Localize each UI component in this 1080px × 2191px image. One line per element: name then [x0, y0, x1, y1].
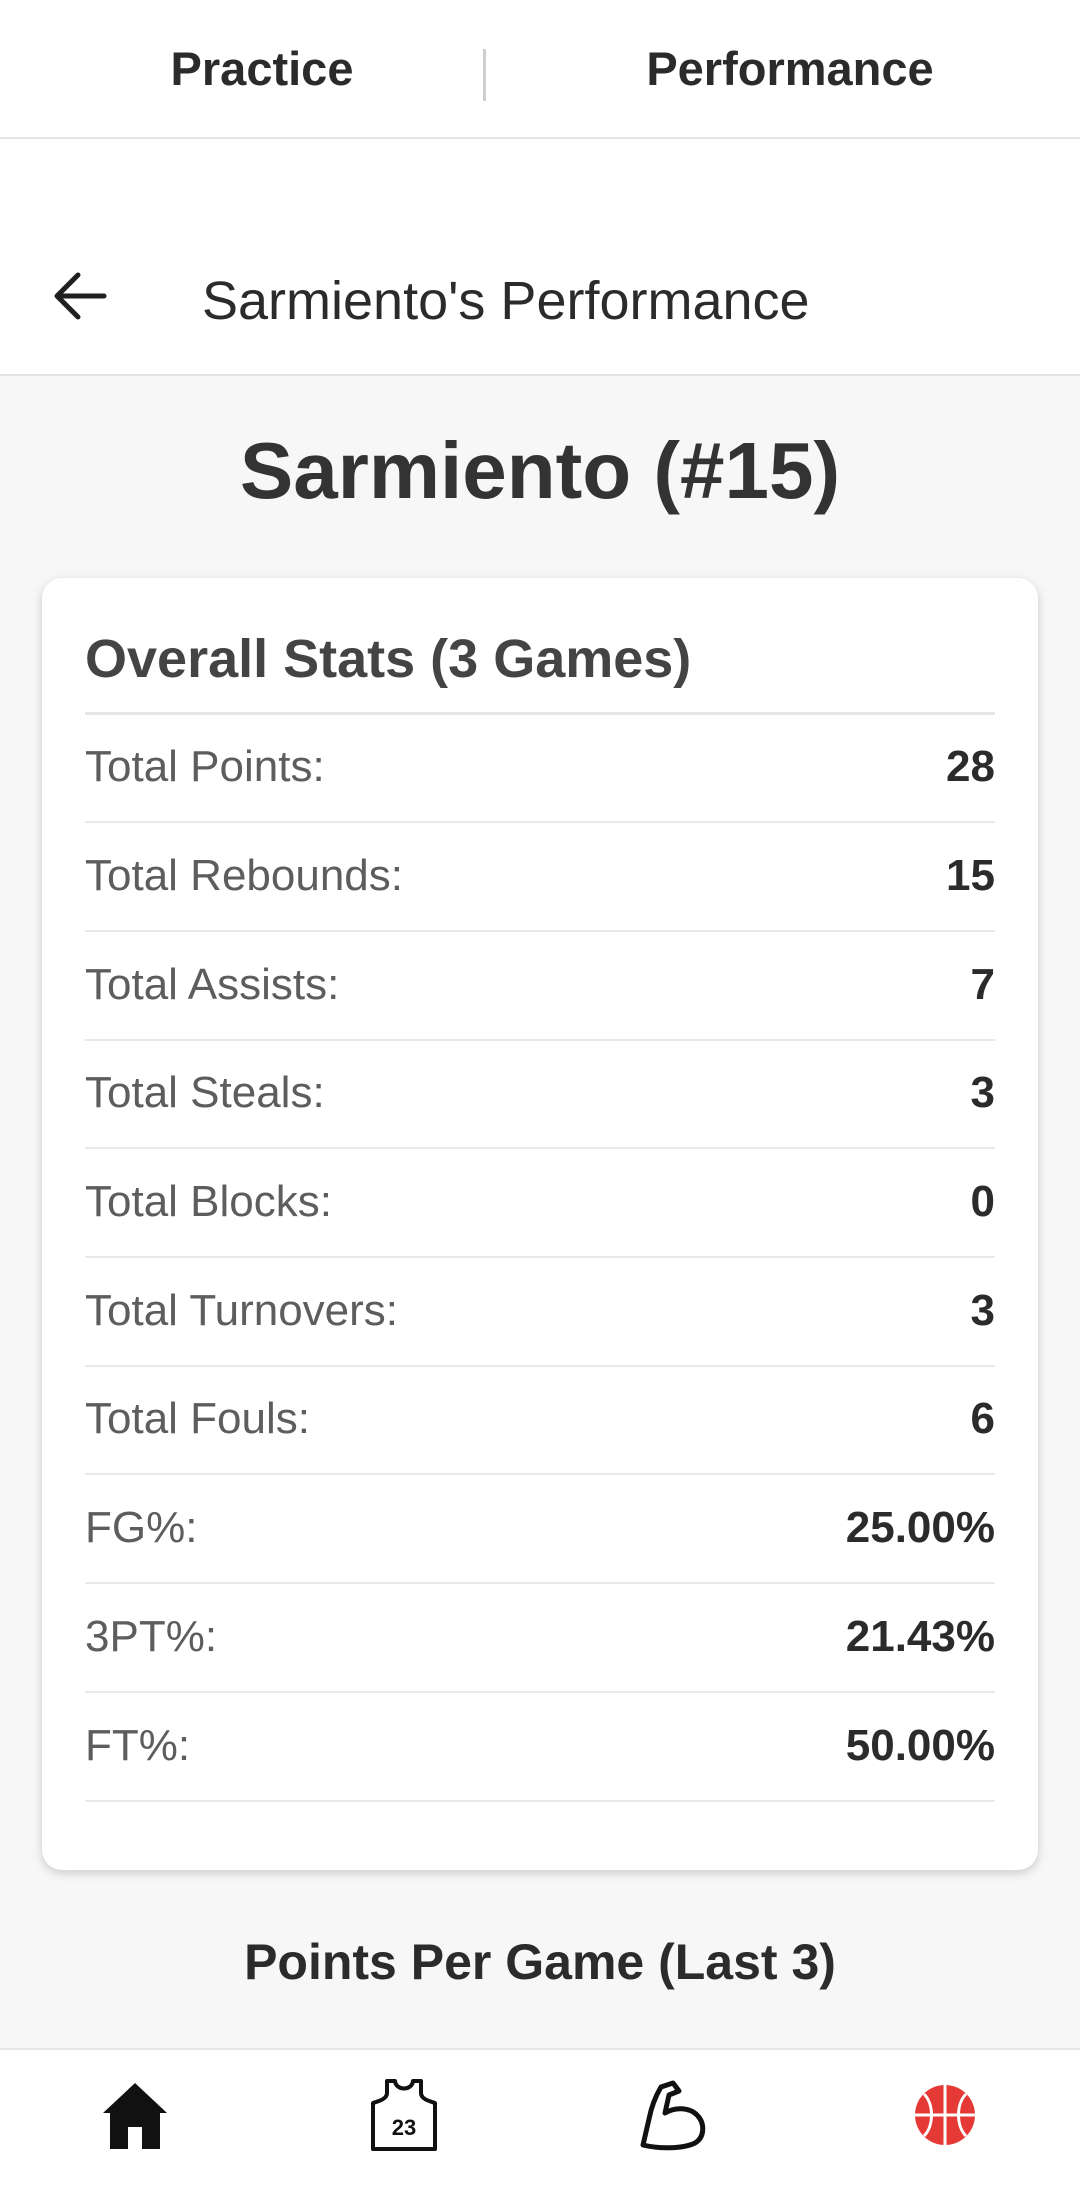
points-per-game-title: Points Per Game (Last 3) — [244, 1934, 836, 1990]
stat-label: Total Assists: — [85, 960, 340, 1009]
stat-row-total-assists: Total Assists: 7 — [85, 931, 995, 1041]
stat-value: 21.43% — [845, 1612, 995, 1661]
page-title: Sarmiento's Performance — [202, 271, 810, 331]
stat-row-total-fouls: Total Fouls: 6 — [85, 1365, 995, 1475]
stat-row-3pt-pct: 3PT%: 21.43% — [85, 1583, 995, 1693]
jersey-icon: 23 — [371, 2079, 437, 2151]
stat-row-total-steals: Total Steals: 3 — [85, 1039, 995, 1149]
stat-label: Total Steals: — [85, 1068, 325, 1117]
page-header: Sarmiento's Performance — [0, 226, 1080, 376]
nav-games[interactable] — [900, 2070, 990, 2160]
player-heading: Sarmiento (#15) — [239, 426, 841, 515]
nav-training[interactable] — [628, 2070, 718, 2160]
overall-stats-title: Overall Stats (3 Games) — [85, 629, 692, 689]
stat-value: 3 — [970, 1286, 995, 1335]
overall-stats-card: Overall Stats (3 Games) Total Points: 28… — [42, 578, 1038, 1870]
top-tab-bar: Practice Performance — [0, 0, 1080, 139]
arrow-left-icon — [54, 272, 107, 320]
home-icon — [103, 2083, 167, 2149]
stat-label: Total Fouls: — [85, 1394, 310, 1443]
stat-row-total-rebounds: Total Rebounds: 15 — [85, 822, 995, 932]
stat-label: Total Blocks: — [85, 1177, 332, 1226]
stat-row-ft-pct: FT%: 50.00% — [85, 1692, 995, 1802]
tab-practice-label: Practice — [170, 42, 354, 95]
stat-row-total-points: Total Points: 28 — [85, 713, 995, 823]
stat-value: 7 — [970, 960, 995, 1009]
nav-home[interactable] — [90, 2070, 180, 2160]
stat-label: Total Turnovers: — [85, 1286, 399, 1335]
stat-value: 28 — [946, 742, 995, 791]
basketball-icon — [915, 2085, 975, 2145]
stat-label: Total Points: — [85, 742, 325, 791]
stat-label: FT%: — [85, 1721, 191, 1770]
tab-divider — [483, 49, 486, 101]
flexed-arm-icon — [640, 2080, 706, 2151]
bottom-nav: 23 — [0, 2048, 1080, 2191]
tab-performance[interactable]: Performance — [520, 0, 1060, 137]
jersey-number: 23 — [392, 2115, 416, 2140]
stat-label: FG%: — [85, 1503, 198, 1552]
stat-label: 3PT%: — [85, 1612, 218, 1661]
stat-value: 0 — [970, 1177, 995, 1226]
stat-label: Total Rebounds: — [85, 851, 403, 900]
nav-roster[interactable]: 23 — [359, 2070, 449, 2160]
tab-performance-label: Performance — [646, 42, 934, 95]
stat-row-fg-pct: FG%: 25.00% — [85, 1474, 995, 1584]
back-button[interactable] — [50, 266, 110, 326]
stat-value: 3 — [970, 1068, 995, 1117]
stat-value: 15 — [946, 851, 995, 900]
tab-practice[interactable]: Practice — [0, 0, 540, 137]
stat-value: 50.00% — [845, 1721, 995, 1770]
stat-row-total-turnovers: Total Turnovers: 3 — [85, 1257, 995, 1367]
stat-row-total-blocks: Total Blocks: 0 — [85, 1148, 995, 1258]
stat-value: 25.00% — [845, 1503, 995, 1552]
stat-value: 6 — [970, 1394, 995, 1443]
